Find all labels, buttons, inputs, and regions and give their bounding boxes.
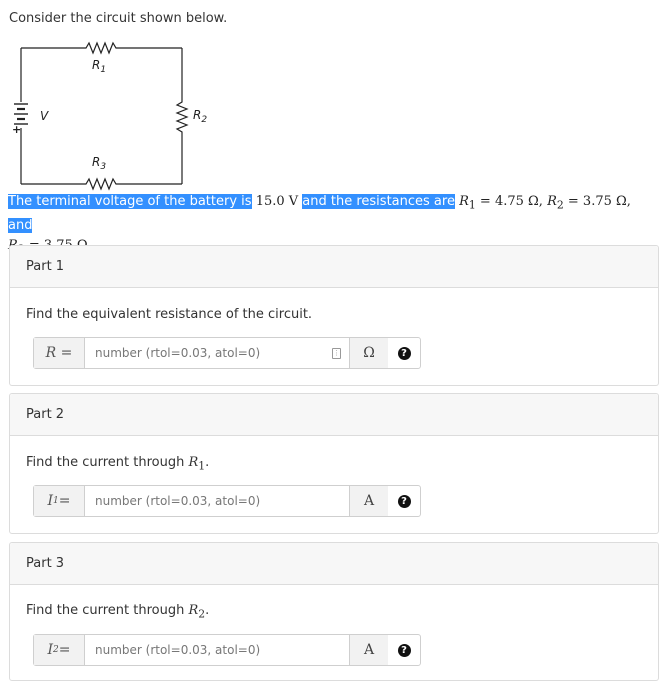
part-3-answer-input[interactable]: number (rtol=0.03, atol=0) <box>85 635 349 665</box>
part-3-question-var: R <box>188 603 199 618</box>
part-1-panel: Part 1 Find the equivalent resistance of… <box>9 245 659 386</box>
r2-eq-value: = 3.75 Ω, <box>563 194 631 209</box>
part-1-units: Ω <box>349 338 388 368</box>
part-1-answer-input[interactable]: number (rtol=0.03, atol=0) ⋮ <box>85 338 349 368</box>
svg-text:R1: R1 <box>92 58 106 75</box>
r1-equation: R1 = 4.75 Ω, <box>459 194 543 212</box>
part-2-label: I1 = <box>34 486 85 516</box>
part-1-placeholder: number (rtol=0.03, atol=0) <box>95 346 261 360</box>
keyboard-icon[interactable]: ⋮ <box>332 347 341 359</box>
part-1-help[interactable]: ? <box>388 338 420 368</box>
r1-label-sub: 1 <box>100 65 106 75</box>
part-3-placeholder: number (rtol=0.03, atol=0) <box>95 643 261 657</box>
r1-label: R <box>92 58 100 72</box>
battery-plus-label: + <box>12 123 21 136</box>
part-3-question-suffix: . <box>205 603 210 618</box>
part-1-title: Part 1 <box>10 246 658 288</box>
circuit-diagram: + V R1 R2 R3 <box>12 41 207 191</box>
r1-eq-sub: 1 <box>468 198 476 212</box>
part-3-title: Part 3 <box>10 543 658 585</box>
part-2-placeholder: number (rtol=0.03, atol=0) <box>95 494 261 508</box>
part-3-help[interactable]: ? <box>388 635 420 665</box>
r2-eq-sub: 2 <box>556 198 564 212</box>
part-3-answer-group: I2 = number (rtol=0.03, atol=0) A ? <box>33 634 421 666</box>
part-2-label-eq: = <box>58 493 71 509</box>
part-1-label: R = <box>34 338 85 368</box>
r1-eq-value: = 4.75 Ω, <box>475 194 543 209</box>
svg-text:R2: R2 <box>193 108 207 125</box>
statement-text-1: The terminal voltage of the battery is <box>8 194 252 209</box>
svg-text:R3: R3 <box>92 155 106 172</box>
part-3-question: Find the current through R2. <box>26 603 209 621</box>
part-3-question-text: Find the current through <box>26 603 185 618</box>
r2-label: R <box>193 108 201 122</box>
part-1-answer-group: R = number (rtol=0.03, atol=0) ⋮ Ω ? <box>33 337 421 369</box>
r2-equation: R2 = 3.75 Ω, <box>547 194 631 212</box>
part-3-units: A <box>349 635 388 665</box>
help-icon[interactable]: ? <box>397 494 411 508</box>
help-icon[interactable]: ? <box>397 346 411 360</box>
voltage-label: V <box>40 109 49 123</box>
voltage-value: 15.0 V <box>255 194 299 209</box>
part-3-panel: Part 3 Find the current through R2. I2 =… <box>9 542 659 681</box>
intro-text: Consider the circuit shown below. <box>9 11 228 26</box>
statement-text-3: and <box>8 217 33 233</box>
part-2-question-var: R <box>188 455 199 470</box>
part-2-panel: Part 2 Find the current through R1. I1 =… <box>9 393 659 534</box>
r2-eq-var: R <box>547 194 557 209</box>
part-3-label: I2 = <box>34 635 85 665</box>
part-2-question: Find the current through R1. <box>26 455 209 473</box>
r1-eq-var: R <box>459 194 469 209</box>
r3-label-sub: 3 <box>100 162 106 172</box>
r2-label-sub: 2 <box>201 115 207 125</box>
part-2-title: Part 2 <box>10 394 658 436</box>
part-2-question-suffix: . <box>205 455 210 470</box>
help-icon[interactable]: ? <box>397 643 411 657</box>
part-2-units: A <box>349 486 388 516</box>
part-2-answer-input[interactable]: number (rtol=0.03, atol=0) <box>85 486 349 516</box>
r3-label: R <box>92 155 100 169</box>
statement-text-2: and the resistances are <box>302 194 455 209</box>
part-3-label-eq: = <box>58 642 71 658</box>
part-2-question-text: Find the current through <box>26 455 185 470</box>
part-2-help[interactable]: ? <box>388 486 420 516</box>
part-2-answer-group: I1 = number (rtol=0.03, atol=0) A ? <box>33 485 421 517</box>
part-1-question: Find the equivalent resistance of the ci… <box>26 307 313 322</box>
